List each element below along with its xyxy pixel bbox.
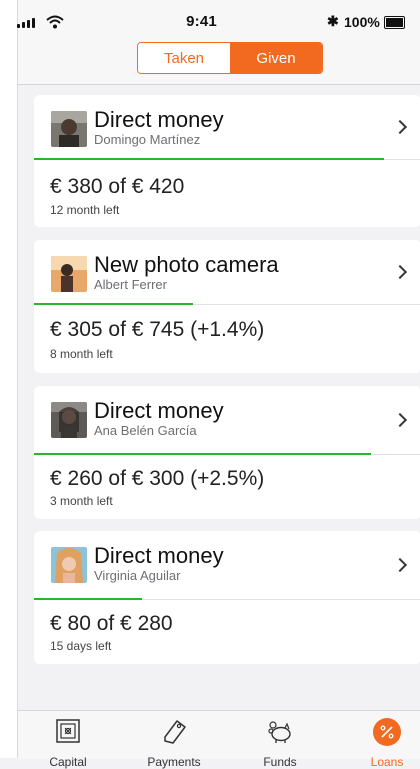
loan-card[interactable]: Direct money Domingo Martínez € 380 of €… [34, 95, 420, 227]
tab-loans[interactable]: Loans [347, 717, 420, 769]
tab-capital[interactable]: Capital [28, 717, 108, 769]
bluetooth-icon: ✱ [327, 13, 339, 29]
chevron-right-icon[interactable] [392, 264, 408, 280]
loan-card-header[interactable]: Direct money Ana Belén García [34, 386, 420, 455]
avatar [51, 547, 87, 583]
loan-progress-bar [34, 303, 193, 305]
loan-progress-bar [34, 158, 385, 160]
tab-label: Loans [370, 755, 404, 769]
tab-bar: Capital Payments Funds Loans [18, 710, 420, 769]
left-margin [0, 0, 17, 758]
loan-time-left: 12 month left [50, 203, 120, 217]
chevron-right-icon[interactable] [392, 119, 408, 135]
avatar [51, 256, 87, 292]
status-bar: 9:41 ✱ 100% [0, 0, 405, 34]
tab-funds[interactable]: Funds [240, 717, 320, 769]
tab-payments[interactable]: Payments [134, 717, 214, 769]
avatar [51, 402, 87, 438]
percent-icon [372, 717, 402, 747]
loan-time-left: 15 days left [50, 639, 112, 653]
app-screen: Taken Given Direct money Domingo Martíne… [17, 0, 420, 769]
loan-title: Direct money [94, 107, 224, 132]
battery-percent: 100% [344, 14, 380, 30]
chevron-right-icon[interactable] [392, 557, 408, 573]
segment-given[interactable]: Given [230, 43, 322, 73]
tab-label: Capital [49, 755, 87, 769]
piggy-bank-icon [265, 717, 295, 747]
price-tag-icon [159, 717, 189, 747]
tab-label: Funds [263, 755, 297, 769]
loan-title: Direct money [94, 398, 224, 423]
loan-card[interactable]: Direct money Virginia Aguilar € 80 of € … [34, 531, 420, 664]
loan-person: Albert Ferrer [94, 277, 167, 292]
tab-label: Payments [147, 755, 201, 769]
loan-person: Virginia Aguilar [94, 568, 181, 583]
taken-given-segmented-control[interactable]: Taken Given [137, 42, 323, 74]
loan-amount: € 80 of € 280 [50, 612, 173, 635]
loan-time-left: 8 month left [50, 347, 113, 361]
loan-person: Ana Belén García [94, 423, 197, 438]
loan-title: Direct money [94, 543, 224, 568]
loan-time-left: 3 month left [50, 494, 113, 508]
loan-amount: € 260 of € 300 (+2.5%) [50, 467, 265, 490]
loan-progress-bar [34, 598, 143, 600]
battery-icon [384, 16, 405, 29]
chevron-right-icon[interactable] [392, 412, 408, 428]
loan-card[interactable]: Direct money Ana Belén García € 260 of €… [34, 386, 420, 519]
loan-amount: € 380 of € 420 [50, 175, 185, 198]
loan-progress-bar [34, 453, 371, 455]
loan-card-header[interactable]: New photo camera Albert Ferrer [34, 240, 420, 305]
status-time: 9:41 [186, 13, 217, 30]
loan-title: New photo camera [94, 252, 279, 277]
loan-amount: € 305 of € 745 (+1.4%) [50, 318, 265, 341]
loan-person: Domingo Martínez [94, 132, 201, 147]
safe-icon [53, 717, 83, 747]
avatar [51, 111, 87, 147]
loan-card-header[interactable]: Direct money Virginia Aguilar [34, 531, 420, 600]
segment-taken[interactable]: Taken [138, 43, 230, 73]
loan-card[interactable]: New photo camera Albert Ferrer € 305 of … [34, 240, 420, 373]
loan-card-header[interactable]: Direct money Domingo Martínez [34, 95, 420, 160]
